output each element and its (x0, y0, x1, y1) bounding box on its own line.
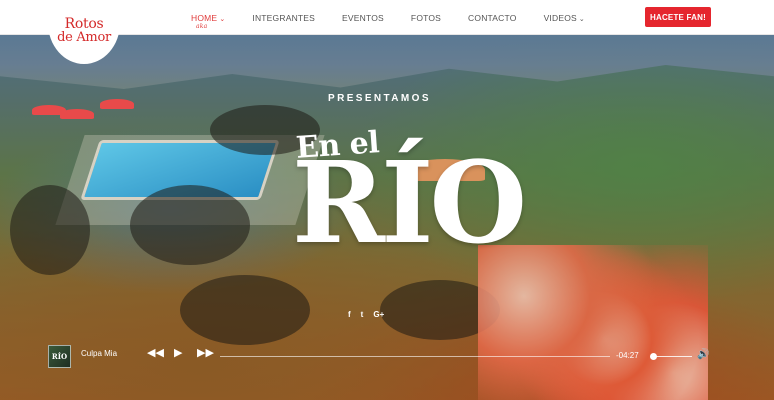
rewind-icon[interactable]: ◀◀ (147, 348, 164, 359)
red-umbrella (100, 99, 134, 109)
progress-bar[interactable] (220, 356, 610, 357)
nav-item-label: EVENTOS (342, 12, 384, 23)
crowd-group (130, 185, 250, 265)
logo-line2: de Amor (57, 29, 111, 45)
facebook-icon[interactable]: f (348, 310, 351, 319)
red-umbrella (60, 109, 94, 119)
nav-item-label: INTEGRANTES (252, 12, 316, 23)
logo-line1: Rotos (64, 15, 104, 32)
album-label: RÍO (51, 352, 68, 361)
nav-item-label: HOME (191, 12, 218, 23)
nav-item-videos[interactable]: VIDEOS ⌄ (544, 13, 585, 23)
volume-handle[interactable] (650, 353, 657, 360)
twitter-icon[interactable]: t (361, 310, 364, 319)
hero-title-large: RÍO (292, 138, 527, 269)
nav-item-contacto[interactable]: CONTACTO (468, 13, 517, 23)
fast-forward-icon[interactable]: ▶▶ (197, 348, 214, 359)
play-icon[interactable]: ▶ (174, 348, 182, 359)
audio-player: RÍO Culpa Mia ◀◀ ▶ ▶▶ -04:27 🔊 (0, 342, 774, 372)
nav-item-home[interactable]: HOME ⌄ aka (191, 12, 226, 30)
volume-icon[interactable]: 🔊 (697, 349, 709, 360)
chevron-down-icon: ⌄ (578, 15, 585, 23)
main-nav: HOME ⌄ aka INTEGRANTES EVENTOS FOTOS CONT… (191, 0, 612, 35)
google-plus-icon[interactable]: G+ (373, 310, 384, 319)
crowd-group (180, 275, 310, 345)
crowd-group (10, 185, 90, 275)
nav-item-label: VIDEOS (543, 12, 577, 23)
volume-slider[interactable] (652, 356, 692, 357)
time-remaining: -04:27 (616, 351, 639, 360)
album-art: RÍO (48, 345, 71, 368)
nav-active-subtext: aka (196, 22, 208, 30)
nav-item-label: FOTOS (410, 12, 442, 23)
nav-item-eventos[interactable]: EVENTOS (342, 13, 384, 23)
nav-item-integrantes[interactable]: INTEGRANTES (252, 13, 315, 23)
track-title: Culpa Mia (81, 349, 118, 358)
hero-kicker: PRESENTAMOS (328, 93, 431, 104)
social-links: f t G+ (348, 310, 384, 319)
chevron-down-icon: ⌄ (219, 15, 226, 23)
nav-item-label: CONTACTO (468, 12, 517, 23)
fan-button[interactable]: HACETE FAN! (645, 7, 711, 27)
nav-item-fotos[interactable]: FOTOS (411, 13, 441, 23)
